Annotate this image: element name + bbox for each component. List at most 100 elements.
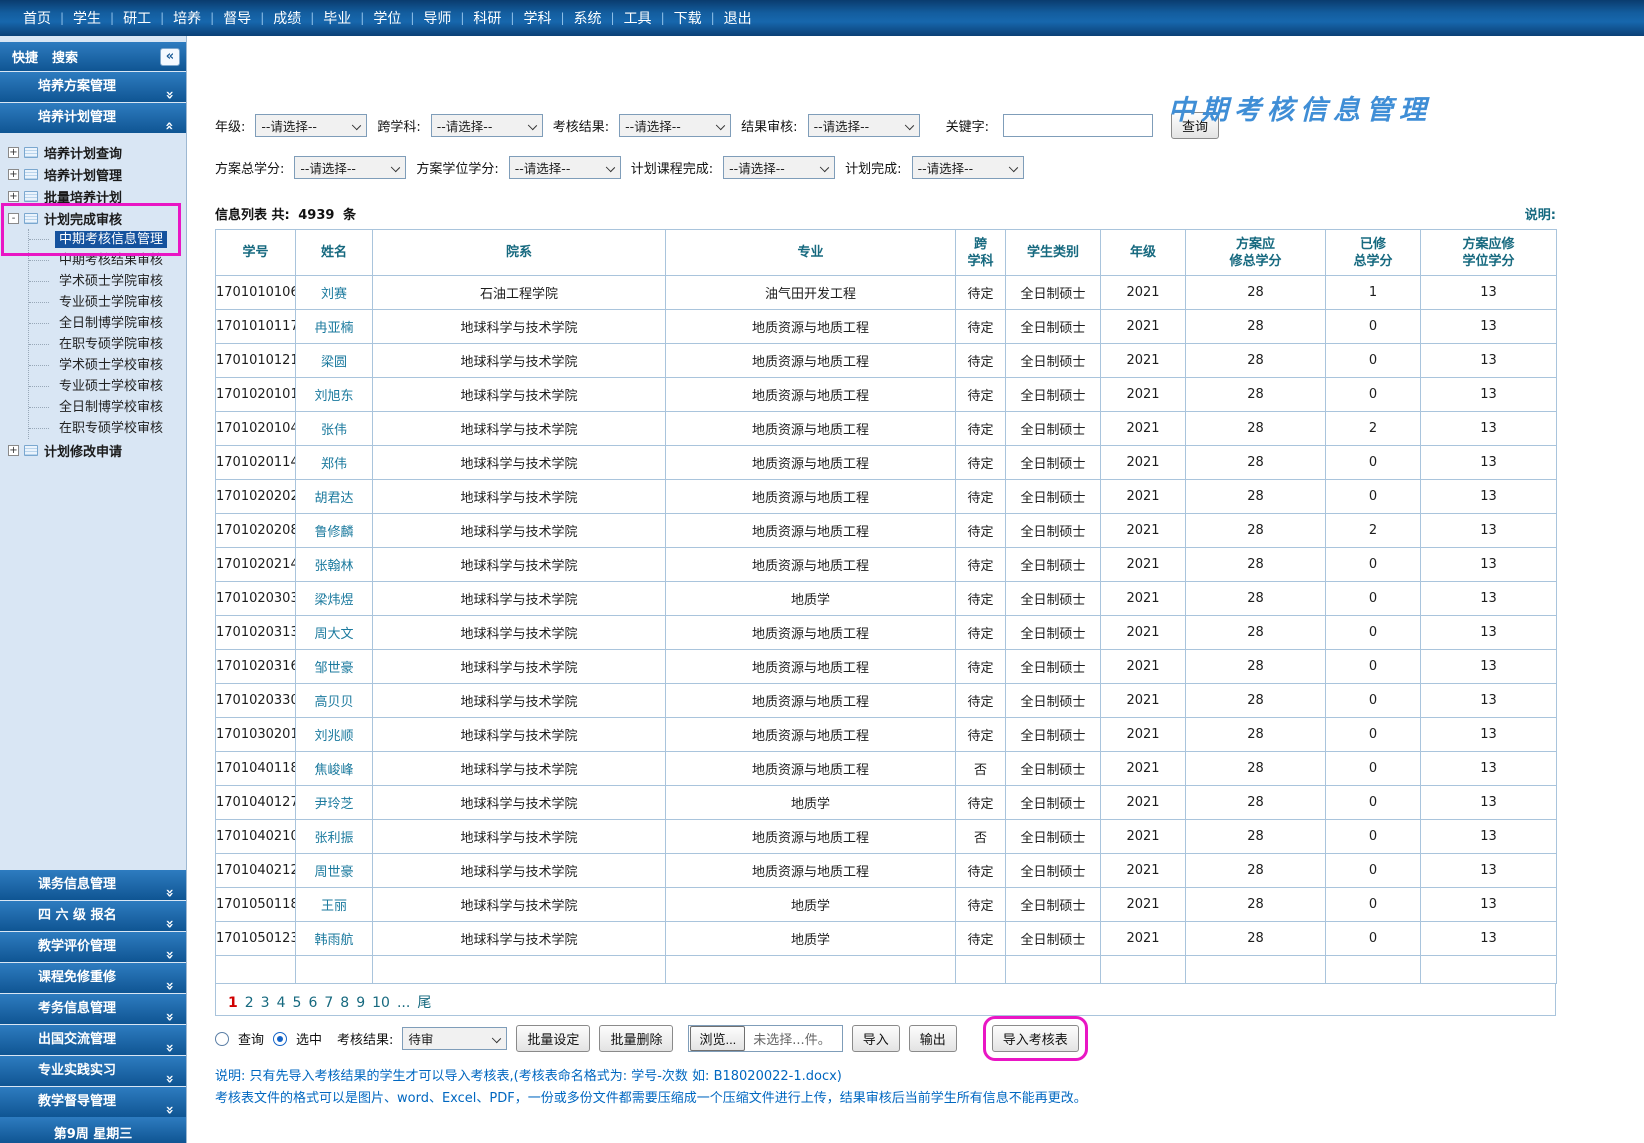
pagination-last[interactable]: 尾 — [417, 995, 431, 1011]
pagination-page[interactable]: 8 — [340, 995, 349, 1011]
filter-select[interactable]: --请选择-- — [912, 156, 1024, 179]
pagination-page[interactable]: 9 — [356, 995, 365, 1011]
sidebar-tree-node[interactable]: +培养计划管理 — [8, 163, 186, 185]
filter-select[interactable]: --请选择-- — [723, 156, 835, 179]
expand-box-icon[interactable]: + — [8, 191, 19, 202]
student-name-link[interactable]: 焦峻峰 — [296, 752, 373, 786]
result-select-value: 待审 — [408, 1029, 433, 1048]
nav-item-7[interactable]: 毕业 — [314, 8, 360, 28]
nav-item-1[interactable]: 首页 — [14, 8, 60, 28]
filter-select[interactable]: --请选择-- — [294, 156, 406, 179]
nav-item-14[interactable]: 下载 — [665, 8, 711, 28]
keyword-input[interactable] — [1003, 114, 1153, 137]
sidebar-tree-item[interactable]: 全日制博学院审核 — [29, 313, 186, 334]
sidebar-tree-item[interactable]: 专业硕士学院审核 — [29, 292, 186, 313]
student-name-link[interactable]: 郑伟 — [296, 446, 373, 480]
sidebar-section-collapsed[interactable]: 出国交流管理» — [0, 1025, 186, 1055]
sidebar-tree-node[interactable]: -计划完成审核 — [8, 207, 186, 229]
sidebar-tree-item[interactable]: 学术硕士学院审核 — [29, 271, 186, 292]
student-name-link[interactable]: 冉亚楠 — [296, 310, 373, 344]
quick-menu[interactable]: 快捷 — [12, 47, 38, 66]
expand-box-icon[interactable]: + — [8, 169, 19, 180]
filter-select[interactable]: --请选择-- — [255, 114, 367, 137]
student-name-link[interactable]: 刘旭东 — [296, 378, 373, 412]
student-name-link[interactable]: 梁炜煜 — [296, 582, 373, 616]
search-menu[interactable]: 搜索 — [52, 47, 78, 66]
pagination-page[interactable]: 6 — [308, 995, 317, 1011]
student-name-link[interactable]: 韩雨航 — [296, 922, 373, 956]
result-select[interactable]: 待审 — [402, 1027, 507, 1050]
sidebar-section-collapsed[interactable]: 教学督导管理» — [0, 1087, 186, 1117]
nav-item-11[interactable]: 学科 — [514, 8, 560, 28]
filter-select[interactable]: --请选择-- — [431, 114, 543, 137]
nav-item-13[interactable]: 工具 — [615, 8, 661, 28]
student-name-link[interactable]: 尹玲芝 — [296, 786, 373, 820]
sidebar-section-collapsed[interactable]: 考务信息管理» — [0, 994, 186, 1024]
sidebar-section-collapsed[interactable]: 教学评价管理» — [0, 932, 186, 962]
sidebar-tree-item[interactable]: 中期考核信息管理 — [29, 229, 186, 250]
nav-item-12[interactable]: 系统 — [565, 8, 611, 28]
import-button[interactable]: 导入 — [852, 1025, 900, 1052]
batch-delete-button[interactable]: 批量删除 — [599, 1025, 673, 1052]
student-name-link[interactable]: 梁圆 — [296, 344, 373, 378]
pagination-page-current[interactable]: 1 — [228, 995, 238, 1011]
filter-select[interactable]: --请选择-- — [619, 114, 731, 137]
sidebar-tree-node[interactable]: +计划修改申请 — [8, 439, 186, 461]
sidebar-tree-item[interactable]: 专业硕士学校审核 — [29, 376, 186, 397]
sidebar-tree-item[interactable]: 全日制博学校审核 — [29, 397, 186, 418]
nav-item-8[interactable]: 学位 — [364, 8, 410, 28]
nav-item-6[interactable]: 成绩 — [264, 8, 310, 28]
nav-item-10[interactable]: 科研 — [464, 8, 510, 28]
sidebar-section-collapsed[interactable]: 四 六 级 报名» — [0, 901, 186, 931]
table-cell: 2 — [1326, 412, 1421, 446]
collapse-box-icon[interactable]: - — [8, 213, 19, 224]
student-name-link[interactable]: 张利振 — [296, 820, 373, 854]
file-input[interactable]: 浏览... 未选择...件。 — [688, 1025, 842, 1052]
student-name-link[interactable]: 张翰林 — [296, 548, 373, 582]
nav-item-5[interactable]: 督导 — [214, 8, 260, 28]
sidebar-section-collapsed[interactable]: 课程免修重修» — [0, 963, 186, 993]
sidebar-section-collapsed[interactable]: 课务信息管理» — [0, 870, 186, 900]
nav-item-15[interactable]: 退出 — [715, 8, 761, 28]
import-assessment-form-button[interactable]: 导入考核表 — [992, 1025, 1079, 1052]
student-name-link[interactable]: 张伟 — [296, 412, 373, 446]
pagination-page[interactable]: 4 — [277, 995, 286, 1011]
pagination-page[interactable]: 10 — [372, 995, 390, 1011]
sidebar-tree-item[interactable]: 中期考核结果审核 — [29, 250, 186, 271]
student-name-link[interactable]: 刘赛 — [296, 276, 373, 310]
student-name-link[interactable]: 邹世豪 — [296, 650, 373, 684]
sidebar-collapse-button[interactable]: « — [160, 48, 180, 66]
filter-select[interactable]: --请选择-- — [509, 156, 621, 179]
pagination-page[interactable]: 7 — [324, 995, 333, 1011]
batch-set-button[interactable]: 批量设定 — [516, 1025, 590, 1052]
browse-button[interactable]: 浏览... — [690, 1026, 745, 1051]
student-name-link[interactable]: 胡君达 — [296, 480, 373, 514]
student-name-link[interactable]: 周世豪 — [296, 854, 373, 888]
student-name-link[interactable]: 周大文 — [296, 616, 373, 650]
nav-item-2[interactable]: 学生 — [64, 8, 110, 28]
nav-item-4[interactable]: 培养 — [164, 8, 210, 28]
pagination-page[interactable]: 3 — [261, 995, 270, 1011]
export-button[interactable]: 输出 — [909, 1025, 957, 1052]
student-name-link[interactable]: 刘兆顺 — [296, 718, 373, 752]
student-name-link[interactable]: 王丽 — [296, 888, 373, 922]
nav-item-9[interactable]: 导师 — [414, 8, 460, 28]
sidebar-section-collapsed[interactable]: 专业实践实习» — [0, 1056, 186, 1086]
pagination-page[interactable]: 2 — [245, 995, 254, 1011]
pagination-page[interactable]: 5 — [293, 995, 302, 1011]
radio-query[interactable] — [215, 1032, 229, 1046]
sidebar-section-collapsed[interactable]: 培养方案管理» — [0, 72, 186, 102]
nav-item-3[interactable]: 研工 — [114, 8, 160, 28]
sidebar-tree-item[interactable]: 在职专硕学院审核 — [29, 334, 186, 355]
student-name-link[interactable]: 高贝贝 — [296, 684, 373, 718]
expand-box-icon[interactable]: + — [8, 147, 19, 158]
radio-selected[interactable] — [273, 1032, 287, 1046]
filter-select[interactable]: --请选择-- — [808, 114, 920, 137]
expand-box-icon[interactable]: + — [8, 445, 19, 456]
sidebar-tree-node[interactable]: +批量培养计划 — [8, 185, 186, 207]
sidebar-section-expanded[interactable]: 培养计划管理» — [0, 103, 186, 133]
sidebar-tree-node[interactable]: +培养计划查询 — [8, 141, 186, 163]
sidebar-tree-item[interactable]: 在职专硕学校审核 — [29, 418, 186, 439]
sidebar-tree-item[interactable]: 学术硕士学校审核 — [29, 355, 186, 376]
student-name-link[interactable]: 鲁修麟 — [296, 514, 373, 548]
